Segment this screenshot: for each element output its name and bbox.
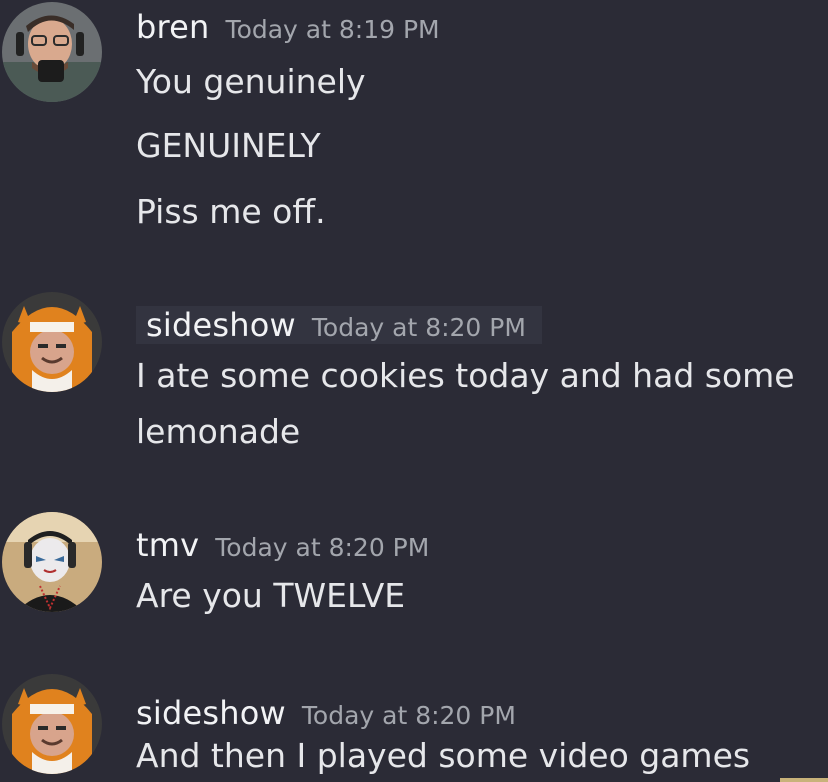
avatar[interactable] [2, 512, 102, 612]
avatar-sideshow-image [2, 292, 102, 392]
message-text: lemonade [136, 412, 301, 451]
message-header: sideshow Today at 8:20 PM [136, 306, 542, 344]
avatar-tmv-image [2, 512, 102, 612]
username[interactable]: sideshow [146, 306, 296, 344]
message-text: I ate some cookies today and had some [136, 356, 795, 395]
timestamp[interactable]: Today at 8:19 PM [226, 15, 440, 44]
timestamp[interactable]: Today at 8:20 PM [215, 533, 429, 562]
message-text: And then I played some video games [136, 736, 751, 775]
edge-artifact [780, 778, 828, 782]
message-text: You genuinely [136, 62, 366, 101]
username[interactable]: tmv [136, 526, 199, 564]
avatar-bren-image [2, 2, 102, 102]
avatar[interactable] [2, 2, 102, 102]
message-text: GENUINELY [136, 126, 321, 165]
avatar[interactable] [2, 292, 102, 392]
message-header: sideshow Today at 8:20 PM [136, 694, 516, 732]
timestamp[interactable]: Today at 8:20 PM [312, 313, 526, 342]
message-text: Are you TWELVE [136, 576, 406, 615]
avatar-sideshow-image [2, 674, 102, 774]
message-header: tmv Today at 8:20 PM [136, 526, 429, 564]
username[interactable]: bren [136, 8, 210, 46]
avatar[interactable] [2, 674, 102, 774]
timestamp[interactable]: Today at 8:20 PM [302, 701, 516, 730]
message-text: Piss me off. [136, 192, 326, 231]
message-header: bren Today at 8:19 PM [136, 8, 440, 46]
username[interactable]: sideshow [136, 694, 286, 732]
